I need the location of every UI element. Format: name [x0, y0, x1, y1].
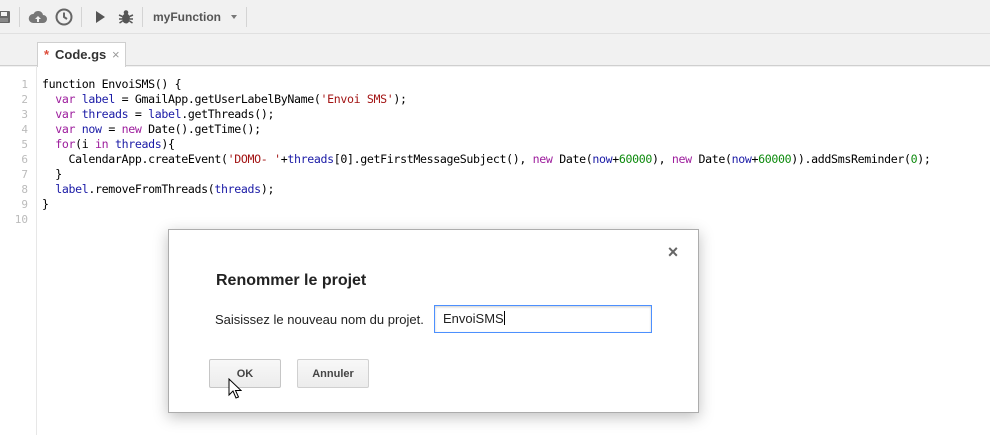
rename-project-dialog: × Renommer le projet Saisissez le nouvea… [168, 229, 699, 413]
run-icon[interactable] [90, 7, 110, 27]
line-number: 3 [21, 108, 28, 121]
mouse-pointer-icon [228, 378, 242, 399]
cancel-button[interactable]: Annuler [297, 359, 369, 388]
dialog-title: Renommer le projet [216, 272, 367, 289]
debug-icon[interactable] [116, 7, 136, 27]
project-name-input[interactable]: EnvoiSMS [434, 305, 652, 333]
save-icon[interactable] [0, 7, 14, 27]
line-number-gutter: 1 2 3 4 5 6 7 8 9 10 [0, 67, 37, 435]
toolbar-divider [81, 7, 82, 27]
line-number: 6 [21, 153, 28, 166]
tab-label: Code.gs [55, 47, 107, 62]
text-caret [503, 311, 505, 325]
code-line: label.removeFromThreads(threads); [55, 182, 275, 196]
project-name-value: EnvoiSMS [443, 311, 504, 326]
toolbar-divider [19, 7, 20, 27]
line-number: 5 [21, 138, 28, 151]
line-number: 4 [21, 123, 28, 136]
ok-button[interactable]: OK [209, 359, 281, 388]
code-line: var now = new Date().getTime(); [55, 122, 261, 136]
close-icon[interactable]: × [665, 243, 681, 261]
line-number: 10 [14, 213, 28, 226]
toolbar-divider [142, 7, 143, 27]
function-select-label: myFunction [153, 10, 221, 24]
chevron-down-icon [231, 15, 237, 19]
toolbar-divider [246, 7, 247, 27]
line-number: 8 [21, 183, 28, 196]
line-number: 9 [21, 198, 28, 211]
code-line: var threads = label.getThreads(); [55, 107, 275, 121]
code-line: } [42, 197, 49, 211]
code-line: } [42, 167, 62, 181]
toolbar: myFunction [0, 0, 990, 34]
tab-code-gs[interactable]: * Code.gs × [37, 42, 126, 67]
modified-marker: * [44, 47, 50, 62]
project-name-label: Saisissez le nouveau nom du projet. [215, 312, 424, 327]
code-line: function EnvoiSMS() { [42, 77, 182, 91]
file-tabs: * Code.gs × [0, 35, 990, 67]
clock-icon[interactable] [54, 7, 74, 27]
code-line: CalendarApp.createEvent('DOMO- '+threads… [42, 152, 931, 166]
close-icon[interactable]: × [112, 43, 120, 67]
code-line: for(i in threads){ [55, 137, 175, 151]
cloud-upload-icon[interactable] [28, 7, 48, 27]
line-number: 2 [21, 93, 28, 106]
line-number: 7 [21, 168, 28, 181]
line-number: 1 [21, 78, 28, 91]
function-select[interactable]: myFunction [147, 7, 243, 27]
code-line: var label = GmailApp.getUserLabelByName(… [55, 92, 407, 106]
